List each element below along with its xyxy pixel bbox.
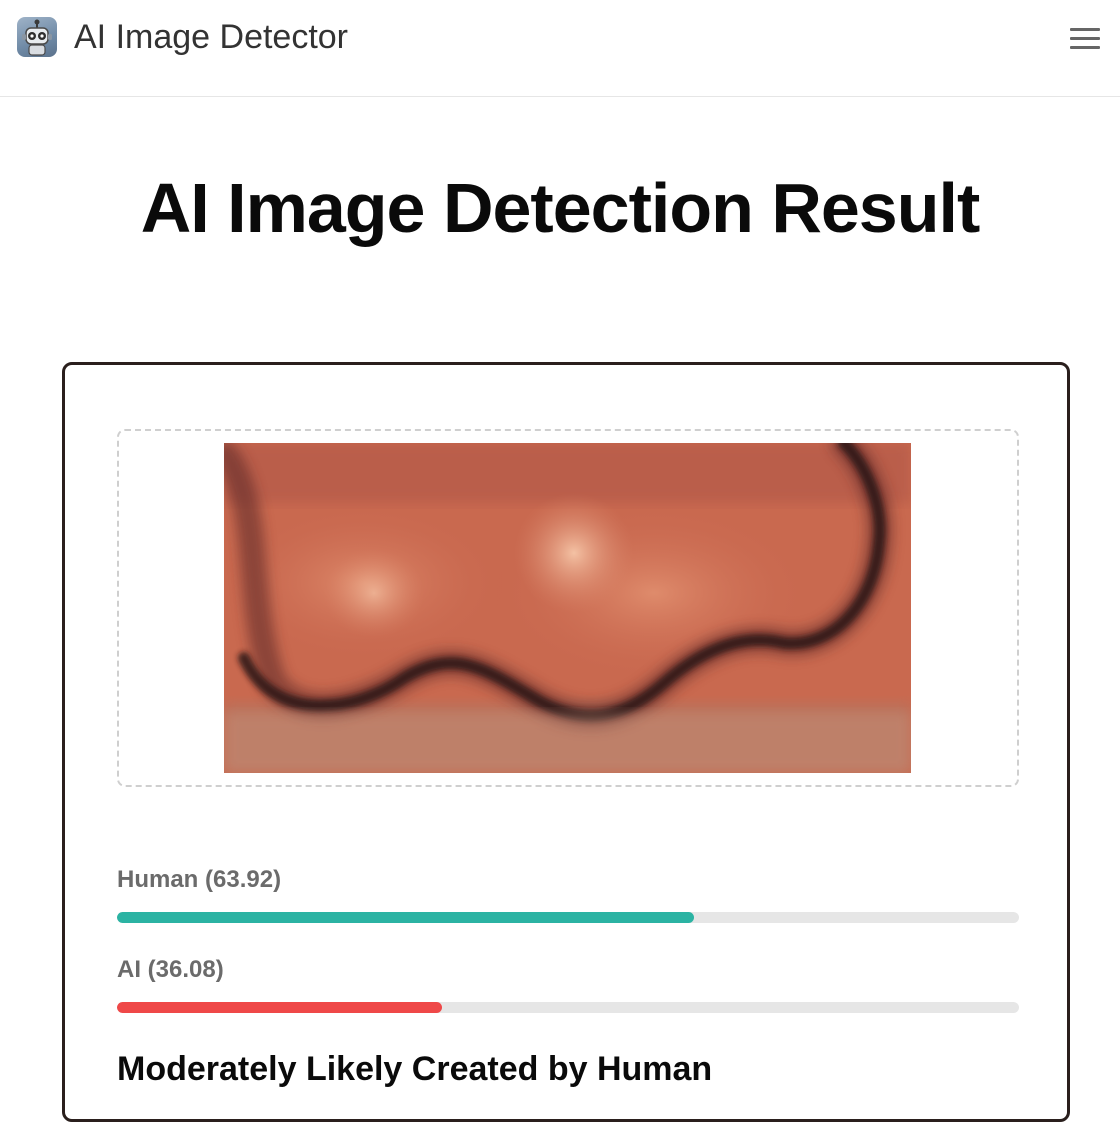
human-score-value: (63.92) bbox=[205, 866, 282, 893]
human-score-label: Human (63.92) bbox=[117, 865, 281, 895]
robot-icon[interactable] bbox=[17, 17, 57, 57]
hamburger-menu-icon[interactable] bbox=[1068, 24, 1102, 52]
ai-label-text: AI bbox=[117, 956, 141, 983]
ai-score-bar bbox=[117, 1002, 1019, 1013]
image-preview-frame bbox=[117, 429, 1019, 787]
ai-score-label: AI (36.08) bbox=[117, 955, 224, 985]
verdict-text: Moderately Likely Created by Human bbox=[117, 1050, 713, 1088]
top-header: AI Image Detector bbox=[0, 0, 1120, 97]
human-label-text: Human bbox=[117, 866, 199, 893]
analyzed-image bbox=[224, 443, 911, 773]
human-score-fill bbox=[117, 912, 694, 923]
app-title[interactable]: AI Image Detector bbox=[74, 16, 348, 58]
result-card: Human (63.92) AI (36.08) Moderately Like… bbox=[62, 362, 1070, 1122]
ai-score-fill bbox=[117, 1002, 443, 1013]
page-title: AI Image Detection Result bbox=[140, 169, 981, 247]
human-score-bar bbox=[117, 912, 1019, 923]
ai-score-value: (36.08) bbox=[147, 956, 224, 983]
